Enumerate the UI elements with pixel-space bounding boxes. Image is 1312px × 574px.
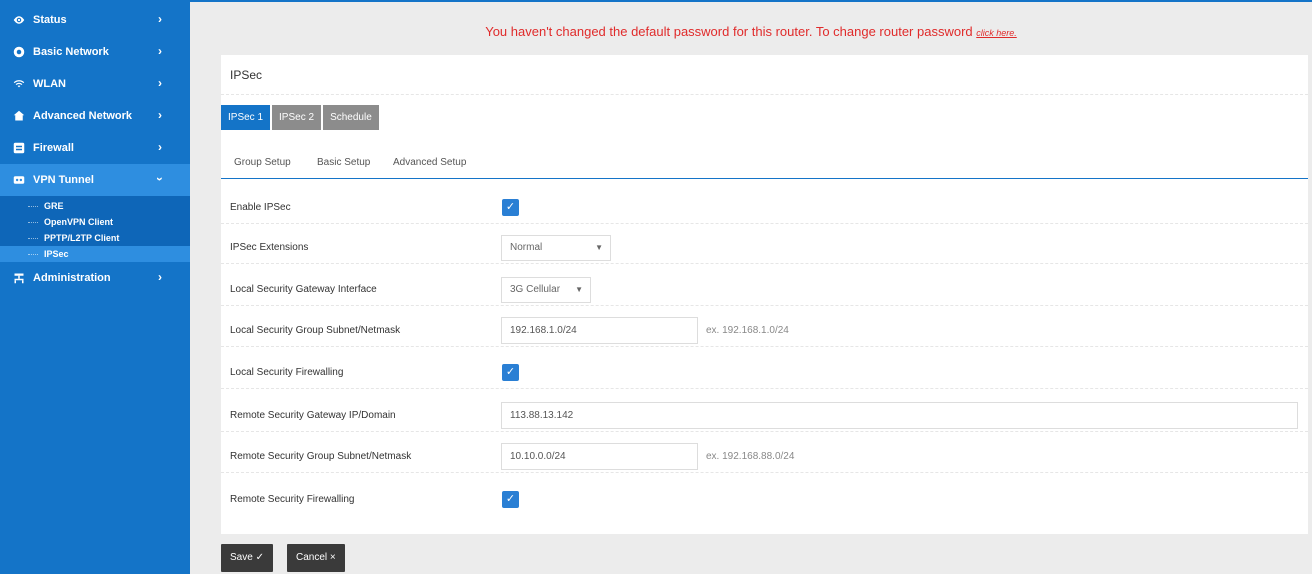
row-remote-firewalling: Remote Security Firewalling ✓ <box>221 483 1308 516</box>
tab-schedule[interactable]: Schedule <box>323 105 379 130</box>
cancel-button[interactable]: Cancel × <box>287 544 345 572</box>
alert-message: You haven't changed the default password… <box>485 24 973 39</box>
globe-icon <box>12 45 26 59</box>
remote-firewalling-label: Remote Security Firewalling <box>230 494 355 505</box>
sidebar-item-wlan[interactable]: WLAN › <box>0 68 190 100</box>
wifi-icon <box>12 77 26 91</box>
subtab-advanced-setup[interactable]: Advanced Setup <box>393 157 466 168</box>
sidebar: Status › Basic Network › WLAN › Advanced… <box>0 0 190 574</box>
default-password-alert: You haven't changed the default password… <box>190 24 1312 39</box>
chevron-right-icon: › <box>158 76 162 90</box>
dropdown-arrow-icon: ▼ <box>575 285 583 294</box>
remote-group-subnet-label: Remote Security Group Subnet/Netmask <box>230 451 412 462</box>
sidebar-item-label: Advanced Network <box>33 110 133 122</box>
subtab-basic-setup[interactable]: Basic Setup <box>317 157 370 168</box>
row-remote-group-subnet: Remote Security Group Subnet/Netmask ex.… <box>221 440 1308 473</box>
vpn-submenu: GRE OpenVPN Client PPTP/L2TP Client IPSe… <box>0 196 190 262</box>
local-group-subnet-input[interactable] <box>501 317 698 344</box>
sidebar-item-label: Administration <box>33 272 111 284</box>
local-firewalling-checkbox[interactable]: ✓ <box>502 364 519 381</box>
sidebar-item-label: Firewall <box>33 142 74 154</box>
sidebar-item-advanced-network[interactable]: Advanced Network › <box>0 100 190 132</box>
sidebar-item-administration[interactable]: Administration › <box>0 262 190 294</box>
eye-icon <box>12 13 26 27</box>
sidebar-subitem-pptp-l2tp-client[interactable]: PPTP/L2TP Client <box>0 230 190 246</box>
remote-group-subnet-input[interactable] <box>501 443 698 470</box>
local-gateway-interface-select[interactable]: 3G Cellular ▼ <box>501 277 591 303</box>
sidebar-item-label: VPN Tunnel <box>33 174 94 186</box>
firewall-icon <box>12 141 26 155</box>
row-local-group-subnet: Local Security Group Subnet/Netmask ex. … <box>221 314 1308 347</box>
local-group-subnet-hint: ex. 192.168.1.0/24 <box>706 325 789 336</box>
sidebar-item-status[interactable]: Status › <box>0 4 190 36</box>
row-local-gateway-interface: Local Security Gateway Interface 3G Cell… <box>221 273 1308 306</box>
home-icon <box>12 109 26 123</box>
sidebar-item-vpn-tunnel[interactable]: VPN Tunnel › <box>0 164 190 196</box>
setup-subtabs: Group Setup Basic Setup Advanced Setup <box>221 151 1308 179</box>
ipsec-extensions-select[interactable]: Normal ▼ <box>501 235 611 261</box>
chevron-right-icon: › <box>158 270 162 284</box>
row-ipsec-extensions: IPSec Extensions Normal ▼ <box>221 231 1308 264</box>
page-title: IPSec <box>221 55 1308 95</box>
enable-ipsec-checkbox[interactable]: ✓ <box>502 199 519 216</box>
chevron-right-icon: › <box>158 44 162 58</box>
sidebar-item-basic-network[interactable]: Basic Network › <box>0 36 190 68</box>
ipsec-tabs: IPSec 1 IPSec 2 Schedule <box>221 105 381 130</box>
ipsec-extensions-label: IPSec Extensions <box>230 242 309 253</box>
local-group-subnet-label: Local Security Group Subnet/Netmask <box>230 325 401 336</box>
chevron-right-icon: › <box>158 140 162 154</box>
sidebar-item-label: WLAN <box>33 78 66 90</box>
subtab-group-setup[interactable]: Group Setup <box>234 157 291 168</box>
sidebar-subitem-openvpn-client[interactable]: OpenVPN Client <box>0 214 190 230</box>
remote-gateway-input[interactable] <box>501 402 1298 429</box>
tab-ipsec-1[interactable]: IPSec 1 <box>221 105 271 130</box>
remote-group-subnet-hint: ex. 192.168.88.0/24 <box>706 451 795 462</box>
dropdown-arrow-icon: ▼ <box>595 243 603 252</box>
save-button[interactable]: Save ✓ <box>221 544 273 572</box>
remote-firewalling-checkbox[interactable]: ✓ <box>502 491 519 508</box>
vpn-icon <box>12 173 26 187</box>
sidebar-item-label: Basic Network <box>33 46 109 58</box>
admin-icon <box>12 271 26 285</box>
change-password-link[interactable]: click here. <box>976 28 1017 38</box>
sidebar-subitem-gre[interactable]: GRE <box>0 198 190 214</box>
chevron-right-icon: › <box>158 108 162 122</box>
row-remote-gateway: Remote Security Gateway IP/Domain <box>221 399 1308 432</box>
chevron-down-icon: › <box>153 177 167 181</box>
row-local-firewalling: Local Security Firewalling ✓ <box>221 356 1308 389</box>
tab-ipsec-2[interactable]: IPSec 2 <box>272 105 322 130</box>
sidebar-subitem-ipsec[interactable]: IPSec <box>0 246 190 262</box>
local-gateway-interface-label: Local Security Gateway Interface <box>230 284 377 295</box>
ipsec-panel: IPSec IPSec 1 IPSec 2 Schedule Group Set… <box>221 55 1308 534</box>
row-enable-ipsec: Enable IPSec ✓ <box>221 191 1308 224</box>
enable-ipsec-label: Enable IPSec <box>230 202 291 213</box>
local-gateway-interface-value: 3G Cellular <box>510 284 561 295</box>
ipsec-extensions-value: Normal <box>510 242 543 253</box>
top-accent-line <box>190 0 1312 2</box>
sidebar-item-firewall[interactable]: Firewall › <box>0 132 190 164</box>
remote-gateway-label: Remote Security Gateway IP/Domain <box>230 410 396 421</box>
chevron-right-icon: › <box>158 12 162 26</box>
local-firewalling-label: Local Security Firewalling <box>230 367 344 378</box>
sidebar-item-label: Status <box>33 14 67 26</box>
